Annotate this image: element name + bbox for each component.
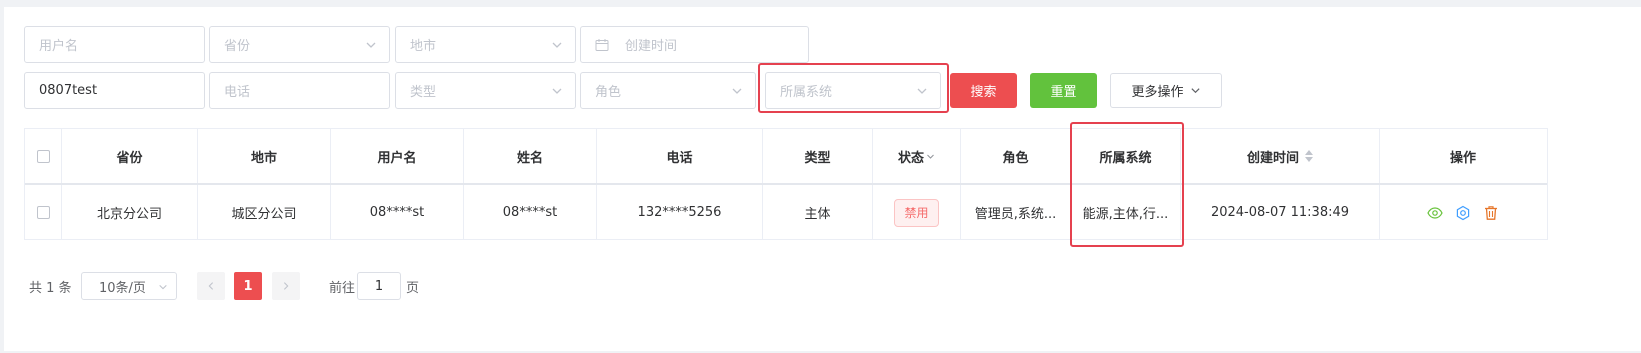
chevron-down-icon [917, 88, 927, 94]
page-size-value: 10条/页 [99, 280, 146, 296]
page-number-current[interactable]: 1 [234, 272, 262, 300]
created-time-placeholder: 创建时间 [625, 39, 678, 54]
search-keyword-input[interactable]: 0807test [24, 72, 205, 109]
cell-name: 08****st [464, 185, 597, 240]
created-time-header-label: 创建时间 [1246, 150, 1299, 166]
column-header-created-time[interactable]: 创建时间 [1181, 129, 1380, 183]
column-header-status[interactable]: 状态 [873, 129, 961, 183]
type-placeholder: 类型 [410, 85, 437, 100]
type-select[interactable]: 类型 [395, 72, 576, 109]
city-placeholder: 地市 [410, 39, 437, 54]
table-row: 北京分公司 城区分公司 08****st 08****st 132****525… [25, 185, 1547, 240]
phone-placeholder: 电话 [224, 85, 251, 100]
more-actions-label: 更多操作 [1131, 85, 1184, 100]
select-all-cell [25, 129, 62, 183]
city-select[interactable]: 地市 [395, 26, 576, 63]
column-header-actions: 操作 [1449, 150, 1476, 166]
column-header-system: 所属系统 [1071, 129, 1181, 183]
column-header-username: 用户名 [331, 129, 464, 183]
province-placeholder: 省份 [224, 39, 251, 54]
system-select[interactable]: 所属系统 [765, 72, 941, 109]
search-button[interactable]: 搜索 [950, 73, 1017, 108]
trash-icon[interactable] [1483, 205, 1499, 221]
created-time-picker[interactable]: 创建时间 [580, 26, 809, 63]
role-placeholder: 角色 [595, 85, 622, 100]
eye-icon[interactable] [1427, 205, 1443, 221]
chevron-down-icon [159, 284, 167, 290]
column-header-province: 省份 [62, 129, 198, 183]
cell-city: 城区分公司 [198, 185, 331, 240]
column-header-role: 角色 [961, 129, 1071, 183]
column-header-city: 地市 [198, 129, 331, 183]
page-size-select[interactable]: 10条/页 [81, 272, 177, 300]
username-input[interactable]: 用户名 [24, 26, 205, 63]
cell-status: 禁用 [873, 185, 961, 240]
chevron-down-icon [927, 154, 934, 159]
chevron-right-icon [283, 282, 289, 290]
next-page-button[interactable] [272, 272, 300, 300]
gear-icon[interactable] [1455, 205, 1471, 221]
chevron-down-icon [732, 88, 742, 94]
cell-type: 主体 [763, 185, 873, 240]
status-badge: 禁用 [894, 198, 939, 227]
cell-role: 管理员,系统... [961, 185, 1071, 240]
select-all-checkbox[interactable] [36, 149, 50, 163]
cell-actions [1380, 185, 1546, 240]
phone-input[interactable]: 电话 [209, 72, 390, 109]
column-header-name: 姓名 [464, 129, 597, 183]
system-placeholder: 所属系统 [780, 85, 833, 100]
province-select[interactable]: 省份 [209, 26, 390, 63]
goto-suffix: 页 [406, 280, 420, 296]
reset-button[interactable]: 重置 [1030, 73, 1097, 108]
chevron-down-icon [552, 42, 562, 48]
username-placeholder: 用户名 [39, 39, 79, 54]
chevron-down-icon [366, 42, 376, 48]
column-header-type: 类型 [763, 129, 873, 183]
cell-province: 北京分公司 [62, 185, 198, 240]
row-checkbox[interactable] [36, 206, 50, 219]
search-keyword-value: 0807test [39, 83, 98, 98]
chevron-left-icon [208, 282, 214, 290]
goto-page-input[interactable]: 1 [357, 272, 401, 300]
pagination-total: 共 1 条 [29, 280, 72, 296]
chevron-down-icon [1190, 88, 1200, 94]
role-select[interactable]: 角色 [580, 72, 756, 109]
cell-phone: 132****5256 [597, 185, 763, 240]
goto-label: 前往 [329, 280, 356, 296]
cell-username: 08****st [331, 185, 464, 240]
calendar-icon [595, 38, 609, 51]
prev-page-button[interactable] [197, 272, 225, 300]
cell-created-time: 2024-08-07 11:38:49 [1181, 185, 1380, 240]
cell-system: 能源,主体,行... [1071, 185, 1181, 240]
more-actions-button[interactable]: 更多操作 [1110, 73, 1222, 108]
sort-icon[interactable] [1305, 150, 1313, 162]
column-header-phone: 电话 [597, 129, 763, 183]
row-select-cell [25, 185, 62, 240]
user-table: 省份 地市 用户名 姓名 电话 类型 状态 角色 所属系统 创建时间 操作 北京… [24, 128, 1548, 240]
status-header-label: 状态 [897, 150, 924, 166]
chevron-down-icon [552, 88, 562, 94]
table-header-row: 省份 地市 用户名 姓名 电话 类型 状态 角色 所属系统 创建时间 操作 [25, 129, 1547, 185]
